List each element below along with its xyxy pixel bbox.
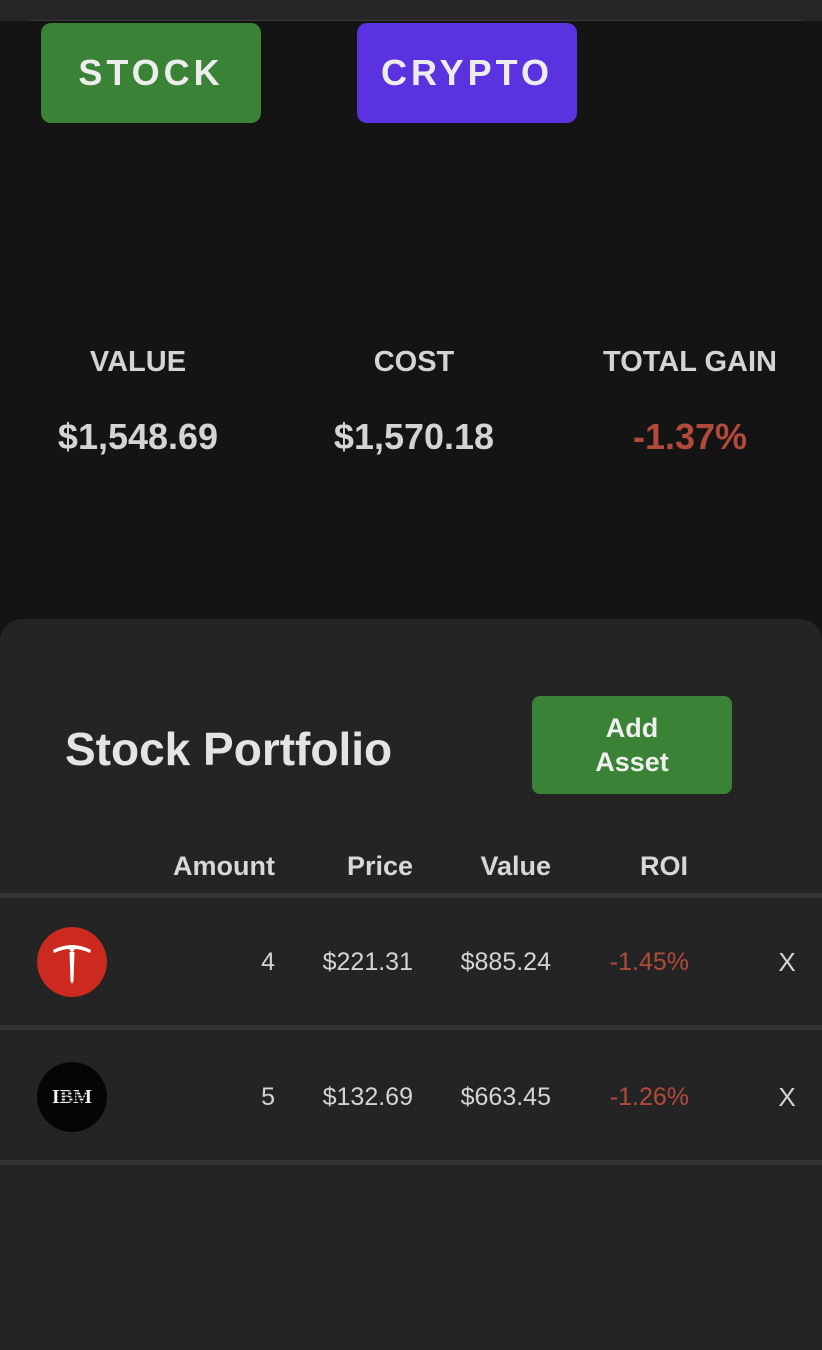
price-cell: $132.69 (322, 1083, 413, 1111)
price-cell: $221.31 (322, 948, 413, 976)
crypto-tab-button[interactable]: CRYPTO (357, 23, 577, 123)
add-asset-button[interactable]: Add Asset (532, 696, 732, 794)
amount-cell: 5 (261, 1083, 275, 1111)
portfolio-title: Stock Portfolio (65, 723, 393, 775)
ibm-logo-text: IBM (52, 1086, 92, 1108)
total-gain-amount: -1.37% (632, 416, 748, 457)
column-header-amount: Amount (173, 851, 275, 881)
stock-tab-button[interactable]: STOCK (41, 23, 261, 123)
tesla-logo-icon (37, 927, 107, 997)
total-gain-summary: TOTAL GAIN -1.37% (560, 340, 820, 460)
column-header-roi: ROI (640, 851, 689, 881)
total-gain-label: TOTAL GAIN (603, 346, 777, 378)
add-asset-label-line1: Add (605, 713, 659, 743)
value-cell: $885.24 (460, 948, 551, 976)
row-divider (0, 1160, 822, 1165)
table-row: IBM 5 $132.69 $663.45 -1.26% X (0, 1034, 822, 1160)
ibm-logo-icon: IBM (37, 1062, 107, 1132)
add-asset-label: Add Asset (582, 711, 682, 779)
roi-cell: -1.45% (609, 948, 689, 976)
column-header-value: Value (480, 851, 551, 881)
column-header-price: Price (346, 851, 413, 881)
row-divider (0, 1025, 822, 1030)
header-divider (0, 893, 822, 898)
table-header: Amount Price Value ROI (0, 846, 822, 886)
cost-amount: $1,570.18 (333, 416, 495, 457)
remove-asset-button[interactable]: X (771, 899, 803, 1025)
roi-cell: -1.26% (609, 1083, 689, 1111)
remove-asset-button[interactable]: X (771, 1034, 803, 1160)
value-label: VALUE (89, 346, 187, 378)
value-summary: VALUE $1,548.69 (8, 340, 268, 460)
value-cell: $663.45 (460, 1083, 551, 1111)
value-amount: $1,548.69 (57, 416, 219, 457)
table-row: 4 $221.31 $885.24 -1.45% X (0, 899, 822, 1025)
amount-cell: 4 (261, 948, 275, 976)
cost-summary: COST $1,570.18 (284, 340, 544, 460)
top-bar (0, 0, 822, 21)
cost-label: COST (373, 346, 455, 378)
stock-portfolio-panel: Stock Portfolio Add Asset Amount Price V… (0, 619, 822, 1350)
add-asset-label-line2: Asset (595, 747, 669, 777)
